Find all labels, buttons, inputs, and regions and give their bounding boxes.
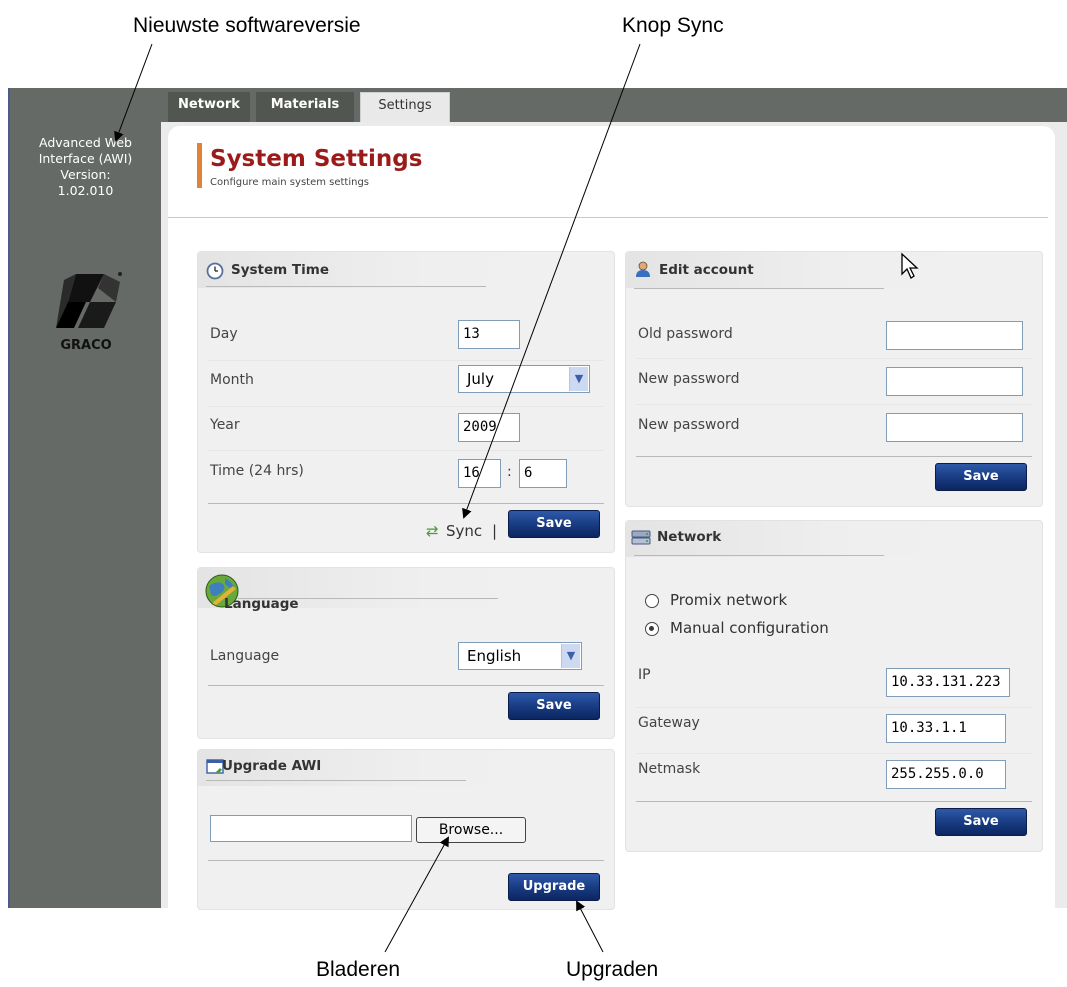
arrow-sync: [462, 43, 641, 519]
callout-arrows: [114, 43, 641, 953]
arrow-upgrade: [576, 900, 604, 953]
arrow-browse: [384, 836, 449, 953]
arrow-latest-version: [114, 43, 153, 142]
